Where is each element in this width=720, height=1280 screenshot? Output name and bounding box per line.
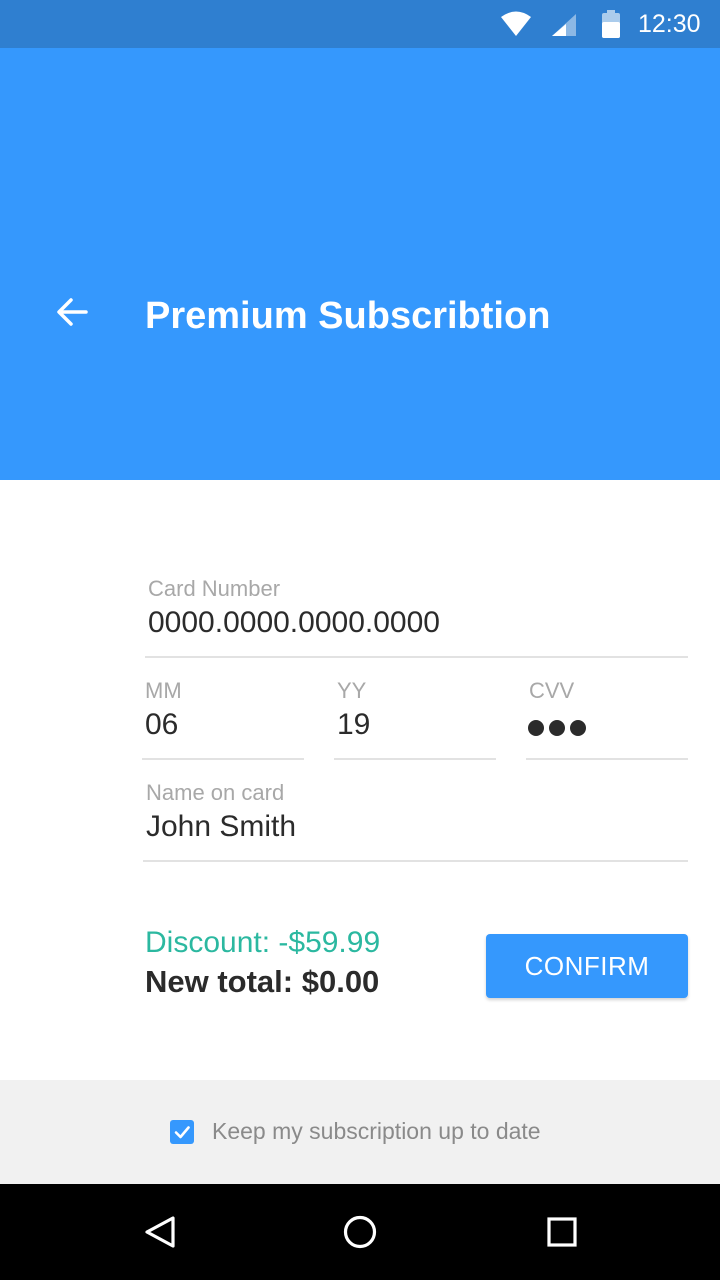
year-input[interactable] [337, 708, 499, 742]
home-circle-icon [343, 1215, 377, 1249]
recents-square-icon [547, 1217, 577, 1247]
subscription-footer: Keep my subscription up to date [0, 1080, 720, 1184]
check-icon [174, 1126, 190, 1139]
battery-icon [602, 10, 620, 38]
cvv-masked-value [528, 720, 586, 736]
signal-icon [552, 14, 576, 36]
confirm-button[interactable]: CONFIRM [486, 934, 688, 998]
new-total-text: New total: $0.00 [145, 964, 380, 999]
arrow-left-icon [57, 298, 88, 326]
cvv-label: CVV [529, 678, 575, 703]
cvv-field[interactable]: CVV [526, 678, 688, 760]
system-navigation-bar [0, 1184, 720, 1280]
card-number-field[interactable]: Card Number [145, 576, 691, 658]
year-field[interactable]: YY [334, 678, 499, 760]
cvv-dot [549, 720, 565, 736]
year-label: YY [337, 678, 367, 703]
discount-text: Discount: -$59.99 [145, 926, 381, 959]
month-input[interactable] [145, 708, 307, 742]
keep-updated-label[interactable]: Keep my subscription up to date [212, 1118, 541, 1145]
back-triangle-icon [145, 1216, 175, 1248]
cvv-dot [528, 720, 544, 736]
name-on-card-input[interactable] [146, 810, 691, 844]
app-header: Premium Subscribtion [0, 48, 720, 480]
name-on-card-label: Name on card [146, 780, 285, 805]
name-on-card-field[interactable]: Name on card [143, 780, 691, 862]
back-button[interactable] [48, 288, 96, 336]
card-number-input[interactable] [148, 606, 691, 640]
status-time: 12:30 [638, 10, 701, 38]
card-number-label: Card Number [148, 576, 281, 601]
page-title: Premium Subscribtion [145, 295, 551, 337]
status-bar: 12:30 [0, 0, 720, 48]
nav-home-button[interactable] [336, 1208, 384, 1256]
wifi-icon [501, 11, 531, 36]
cvv-dot [570, 720, 586, 736]
nav-recents-button[interactable] [538, 1208, 586, 1256]
month-label: MM [145, 678, 182, 703]
keep-updated-checkbox[interactable] [170, 1120, 194, 1144]
month-field[interactable]: MM [142, 678, 307, 760]
nav-back-button[interactable] [136, 1208, 184, 1256]
